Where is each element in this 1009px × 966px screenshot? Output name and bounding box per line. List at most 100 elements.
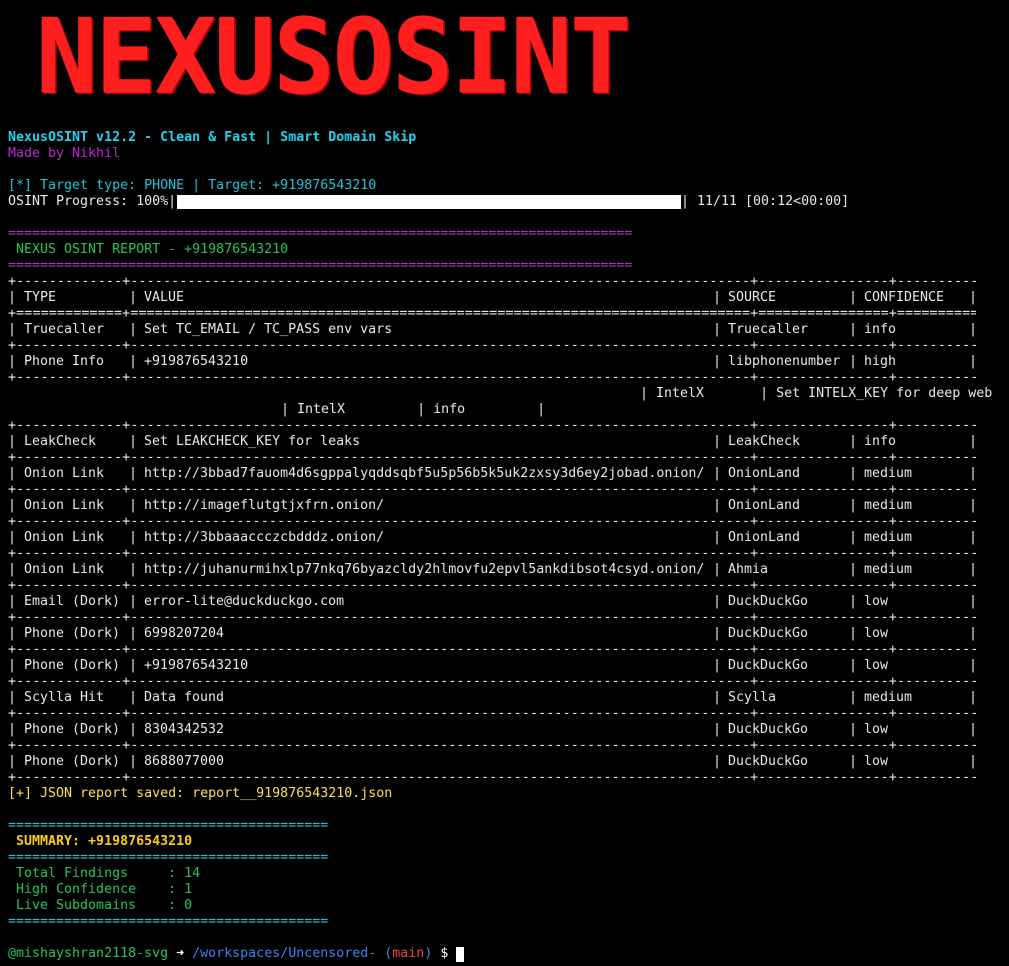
table-cell-value: Set TC_EMAIL / TC_PASS env vars [144, 322, 393, 337]
table-cell-type: Phone (Dork) [24, 722, 121, 737]
table-cell-value: Set LEAKCHECK_KEY for leaks [144, 434, 361, 449]
table-row-0-border-3: | [849, 322, 858, 337]
table-row-3-border-2: | [713, 466, 722, 481]
table-row-separator: +-------------+-------------------------… [8, 482, 976, 497]
table-row-3-border-0: | [8, 466, 17, 481]
table-cell-value: http://3bbad7fauom4d6sgppalyqddsqbf5u5p5… [144, 466, 705, 481]
table-cell-value: +919876543210 [144, 354, 249, 369]
report-rule-top: ========================================… [8, 226, 633, 241]
table-cell-type: LeakCheck [24, 434, 97, 449]
target-line: [*] Target type: PHONE | Target: +919876… [8, 178, 377, 193]
table-row-1-border-0: | [8, 354, 17, 369]
table-cell-source: DuckDuckGo [728, 594, 809, 609]
table-cell-value: http://juhanurmihxlp77nkq76byazcldy2hlmo… [144, 562, 705, 577]
author-line: Made by Nikhil [8, 146, 121, 161]
prompt-dollar: $ [432, 946, 457, 961]
table-row-6-border-3: | [849, 562, 858, 577]
summary-rule-top: ======================================== [8, 818, 329, 833]
table-row-12-border-4: | [969, 754, 978, 769]
table-row-separator: +-------------+-------------------------… [8, 738, 976, 753]
table-row-2-border-0: | [8, 434, 17, 449]
table-cell-confidence: medium [864, 690, 913, 705]
table-header-border-1: | [129, 290, 138, 305]
table-cell-confidence: medium [864, 562, 913, 577]
table-cell-value: +919876543210 [144, 658, 249, 673]
table-row-4-border-1: | [129, 498, 138, 513]
table-cell-type: Onion Link [24, 466, 105, 481]
column-header-type: TYPE [24, 290, 57, 305]
summary-rule-mid: ======================================== [8, 850, 329, 865]
report-title: NEXUS OSINT REPORT - +919876543210 [8, 242, 289, 257]
summary-total-findings: Total Findings : 14 [8, 866, 201, 881]
shell-prompt[interactable]: @mishayshran2118-svg ➜ /workspaces/Uncen… [8, 946, 456, 962]
table-cell-type: Phone (Dork) [24, 626, 121, 641]
table-row-1-border-4: | [969, 354, 978, 369]
table-row-4-border-0: | [8, 498, 17, 513]
table-row-11-border-1: | [129, 722, 138, 737]
table-row-9-border-3: | [849, 658, 858, 673]
table-cell-value: http://imageflutgtjxfrn.onion/ [144, 498, 385, 513]
json-saved-line: [+] JSON report saved: report__919876543… [8, 786, 393, 801]
table-row-9-border-0: | [8, 658, 17, 673]
prompt-path: /workspaces/Uncensored- [192, 946, 377, 961]
table-cell-confidence: info [864, 434, 897, 449]
table-cell-confidence: info [864, 322, 897, 337]
table-row-10-border-0: | [8, 690, 17, 705]
table-row-8-border-3: | [849, 626, 858, 641]
table-row-7-border-3: | [849, 594, 858, 609]
table-header-border-4: | [969, 290, 978, 305]
table-row-4-border-2: | [713, 498, 722, 513]
table-row-6-border-1: | [129, 562, 138, 577]
table-row-2-border-1: | [129, 434, 138, 449]
table-row-11-border-3: | [849, 722, 858, 737]
table-header-border-0: | [8, 290, 17, 305]
table-cell-confidence: medium [864, 466, 913, 481]
table-row-8-border-0: | [8, 626, 17, 641]
terminal-cursor[interactable] [456, 947, 464, 962]
table-row-1-border-2: | [713, 354, 722, 369]
table-row-intelx-line1: | IntelX | Set INTELX_KEY for deep web [640, 386, 993, 401]
table-row-10-border-4: | [969, 690, 978, 705]
table-cell-confidence: medium [864, 530, 913, 545]
table-row-separator: +-------------+-------------------------… [8, 418, 976, 433]
table-cell-source: libphonenumber [728, 354, 841, 369]
table-cell-source: OnionLand [728, 498, 801, 513]
table-cell-confidence: low [864, 722, 889, 737]
table-cell-source: OnionLand [728, 530, 801, 545]
table-cell-type: Onion Link [24, 498, 105, 513]
table-cell-type: Phone (Dork) [24, 658, 121, 673]
table-row-2-border-3: | [849, 434, 858, 449]
progress-label: OSINT Progress: 100%| [8, 194, 177, 209]
table-row-6-border-2: | [713, 562, 722, 577]
table-cell-source: Scylla [728, 690, 777, 705]
table-cell-value: error-lite@duckduckgo.com [144, 594, 345, 609]
column-header-confidence: CONFIDENCE [864, 290, 945, 305]
table-row-10-border-3: | [849, 690, 858, 705]
table-row-0-border-1: | [129, 322, 138, 337]
table-row-6-border-0: | [8, 562, 17, 577]
progress-suffix: | 11/11 [00:12<00:00] [681, 194, 850, 209]
report-rule-bottom: ========================================… [8, 258, 633, 273]
table-cell-confidence: low [864, 754, 889, 769]
table-row-2-border-2: | [713, 434, 722, 449]
table-row-separator: +-------------+-------------------------… [8, 514, 976, 529]
table-cell-source: Truecaller [728, 322, 809, 337]
table-row-9-border-2: | [713, 658, 722, 673]
table-row-separator: +-------------+-------------------------… [8, 706, 976, 721]
table-cell-source: DuckDuckGo [728, 722, 809, 737]
table-row-separator: +-------------+-------------------------… [8, 578, 976, 593]
table-row-4-border-3: | [849, 498, 858, 513]
table-row-5-border-4: | [969, 530, 978, 545]
table-cell-value: 8688077000 [144, 754, 225, 769]
version-line: NexusOSINT v12.2 - Clean & Fast | Smart … [8, 130, 417, 145]
table-cell-source: LeakCheck [728, 434, 801, 449]
column-header-value: VALUE [144, 290, 185, 305]
table-row-separator: +-------------+-------------------------… [8, 674, 976, 689]
summary-title: SUMMARY: +919876543210 [8, 834, 193, 849]
table-cell-type: Onion Link [24, 530, 105, 545]
table-row-12-border-0: | [8, 754, 17, 769]
table-row-separator: +-------------+-------------------------… [8, 338, 976, 353]
table-cell-source: DuckDuckGo [728, 626, 809, 641]
table-row-0-border-2: | [713, 322, 722, 337]
table-row-7-border-2: | [713, 594, 722, 609]
